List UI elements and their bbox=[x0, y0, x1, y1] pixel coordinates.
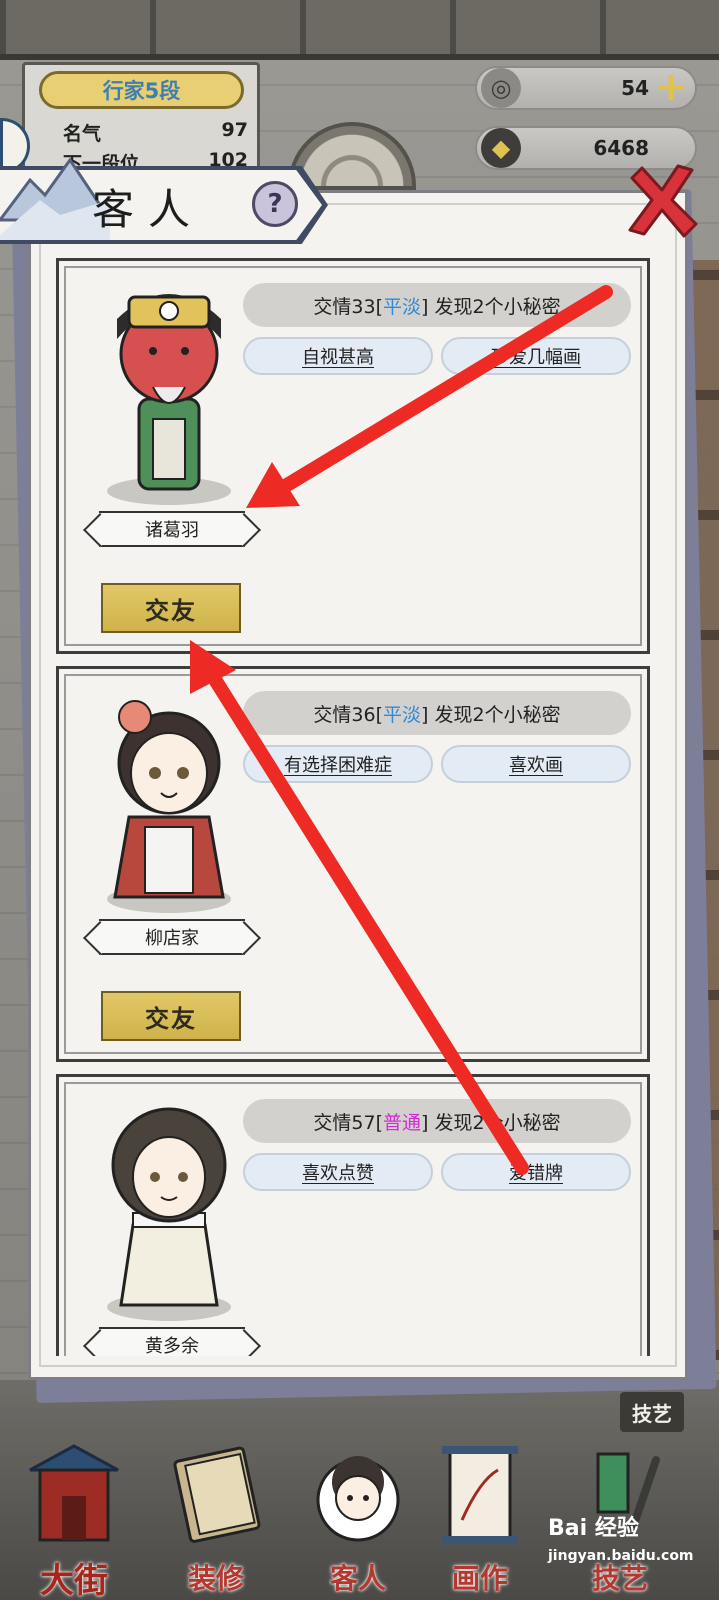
jade-counter: ◎ 54 + bbox=[475, 66, 697, 110]
befriend-button[interactable]: 交友 bbox=[101, 991, 241, 1041]
watermark: Bai 经验 jingyan.baidu.com bbox=[548, 1510, 718, 1580]
guest-avatar-icon bbox=[316, 1456, 400, 1542]
nav-guests[interactable]: 客人 bbox=[298, 1440, 418, 1600]
jade-icon: ◎ bbox=[481, 68, 521, 108]
guest-name: 黄多余 bbox=[99, 1327, 245, 1356]
relation-suffix: ] 发现2个小秘密 bbox=[421, 1111, 561, 1134]
fame-value: 97 bbox=[221, 119, 248, 141]
guest-card: 柳店家 交友 交情36[平淡] 发现2个小秘密 有选择困难症 喜欢画 bbox=[56, 666, 650, 1062]
nav-decorate[interactable]: 装修 bbox=[156, 1440, 276, 1600]
relation-suffix: ] 发现2个小秘密 bbox=[421, 703, 561, 726]
dialog-title: 客人 bbox=[92, 185, 205, 234]
guest-portrait-shopkeeper bbox=[107, 700, 231, 913]
relation-level: 普通 bbox=[383, 1111, 422, 1134]
coin-value: 6468 bbox=[593, 136, 649, 160]
nav-label: 画作 bbox=[451, 1562, 508, 1595]
relation-prefix: 交情36[ bbox=[313, 703, 384, 726]
add-jade-button[interactable]: + bbox=[653, 67, 689, 107]
trait-tag[interactable]: 自视甚高 bbox=[243, 337, 433, 375]
trait-tag[interactable]: 有选择困难症 bbox=[243, 745, 433, 783]
skill-tag[interactable]: 技艺 bbox=[620, 1392, 684, 1432]
trait-tag[interactable]: 喜欢画 bbox=[441, 745, 631, 783]
guest-name: 诸葛羽 bbox=[99, 511, 245, 547]
relation-level: 平淡 bbox=[383, 295, 422, 318]
guest-card-clip: 黄多余 交情57[普通] 发现2个小秘密 喜欢点赞 爱错牌 bbox=[56, 1074, 650, 1356]
nav-paintings[interactable]: 画作 bbox=[420, 1440, 540, 1600]
watermark-url: jingyan.baidu.com bbox=[548, 1548, 694, 1564]
relation-info: 交情57[普通] 发现2个小秘密 bbox=[243, 1099, 631, 1143]
trait-tag[interactable]: 爱错牌 bbox=[441, 1153, 631, 1191]
nav-label: 客人 bbox=[329, 1562, 386, 1595]
relation-info: 交情36[平淡] 发现2个小秘密 bbox=[243, 691, 631, 735]
guest-card: 黄多余 交情57[普通] 发现2个小秘密 喜欢点赞 爱错牌 bbox=[56, 1074, 650, 1356]
relation-prefix: 交情33[ bbox=[313, 295, 384, 318]
befriend-button[interactable]: 交友 bbox=[101, 583, 241, 633]
trait-tag[interactable]: 喜欢点赞 bbox=[243, 1153, 433, 1191]
relation-prefix: 交情57[ bbox=[313, 1111, 384, 1134]
watermark-logo: Bai 经验 bbox=[548, 1516, 639, 1541]
guest-card: 诸葛羽 交友 交情33[平淡] 发现2个小秘密 自视甚高 珍爱几幅画 bbox=[56, 258, 650, 654]
relation-info: 交情33[平淡] 发现2个小秘密 bbox=[243, 283, 631, 327]
guest-name: 柳店家 bbox=[99, 919, 245, 955]
nav-label: 装修 bbox=[187, 1562, 244, 1595]
guest-portrait-scholar bbox=[107, 1107, 231, 1321]
book-icon bbox=[173, 1446, 261, 1543]
guest-portrait-general bbox=[107, 294, 231, 505]
gate-icon bbox=[29, 1444, 119, 1542]
nav-street[interactable]: 大街 bbox=[14, 1440, 134, 1600]
relation-suffix: ] 发现2个小秘密 bbox=[421, 295, 561, 318]
coin-icon: ◆ bbox=[481, 128, 521, 168]
close-icon[interactable] bbox=[626, 160, 698, 240]
help-button[interactable]: ? bbox=[252, 181, 298, 227]
roof-beams bbox=[0, 0, 719, 60]
rank-title: 行家5段 bbox=[39, 71, 244, 109]
scroll-painting-icon bbox=[442, 1446, 518, 1544]
trait-tag[interactable]: 珍爱几幅画 bbox=[441, 337, 631, 375]
nav-label: 大街 bbox=[40, 1560, 108, 1600]
relation-level: 平淡 bbox=[383, 703, 422, 726]
